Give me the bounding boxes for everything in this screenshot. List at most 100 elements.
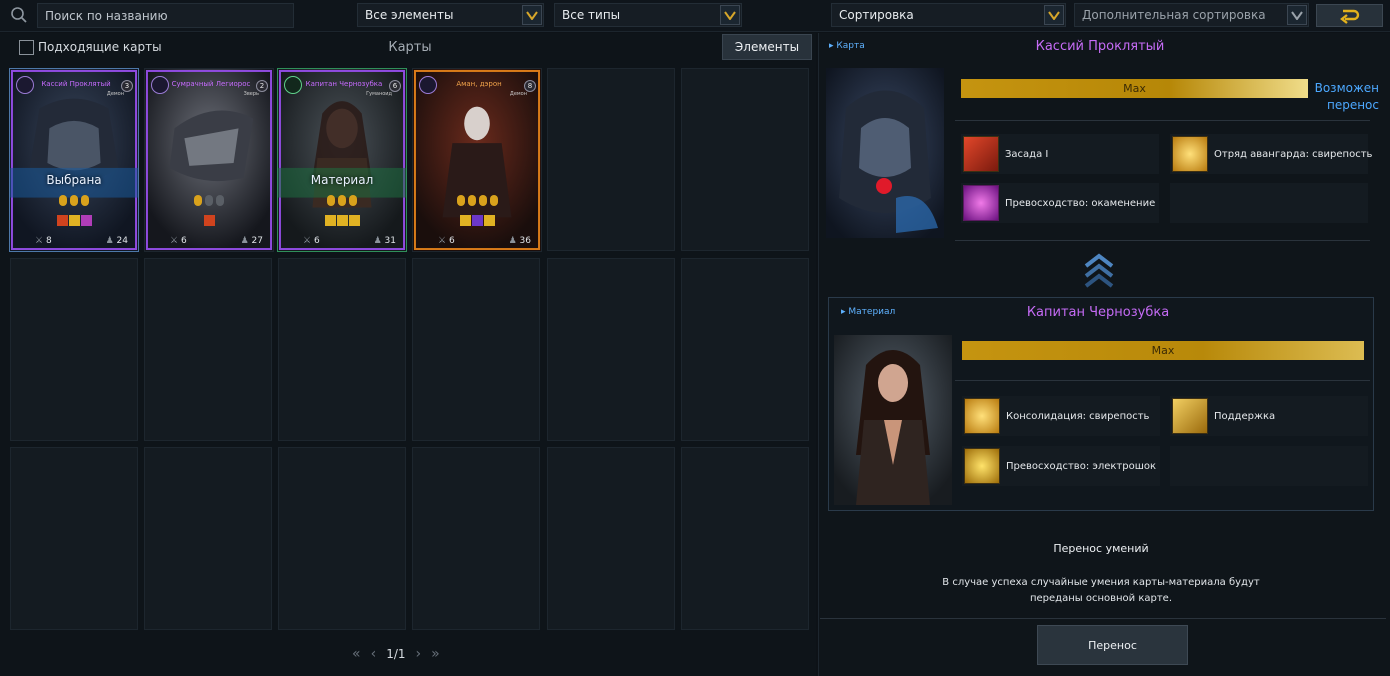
attack-value: 6 <box>313 236 320 246</box>
card-name: Капитан Чернозубка <box>305 80 383 88</box>
empty-card-slot <box>547 258 675 441</box>
return-arrow-icon <box>1339 9 1359 24</box>
pagination: « ‹ 1/1 › » <box>352 646 472 662</box>
prev-page-icon[interactable]: ‹ <box>371 646 377 662</box>
main-level-bar: Max <box>961 79 1308 98</box>
extra-sort-label: Дополнительная сортировка <box>1082 8 1266 22</box>
empty-card-slot <box>144 447 272 630</box>
extra-sort-dropdown[interactable]: Дополнительная сортировка <box>1074 3 1309 27</box>
info-title: Перенос умений <box>1053 542 1149 555</box>
sort-label: Сортировка <box>839 8 914 22</box>
empty-skill-slot <box>1170 183 1368 223</box>
empty-card-slot <box>547 447 675 630</box>
support-skill-icon <box>1172 398 1208 434</box>
card-tag-label: Карта <box>836 41 865 51</box>
empty-card-slot <box>681 68 809 251</box>
empty-card-slot <box>144 258 272 441</box>
card-type: Демон <box>106 91 124 97</box>
selected-badge: Выбрана <box>46 173 102 187</box>
sort-dropdown[interactable]: Сортировка <box>831 3 1066 27</box>
page-indicator: 1/1 <box>386 647 406 661</box>
hp-value: 27 <box>251 236 263 246</box>
last-page-icon[interactable]: » <box>431 646 440 662</box>
main-skill-2[interactable]: Отряд авангарда: свирепость <box>1170 134 1372 174</box>
transfer-possible-note: Возможен перенос <box>1314 81 1379 112</box>
card-stats: ⚔ 8 ♟ 24 <box>35 236 128 246</box>
empty-card-slot <box>10 447 138 630</box>
hp-stat: ♟ 31 <box>373 236 396 246</box>
card-cost: 6 <box>389 80 401 92</box>
skill-name: Превосходство: электрошок <box>1006 460 1157 472</box>
elements-button[interactable]: Элементы <box>722 34 812 60</box>
empty-card-slot <box>412 258 540 441</box>
divider <box>955 380 1370 381</box>
electroshock-skill-icon <box>964 448 1000 484</box>
material-level-label: Max <box>1151 344 1175 357</box>
card-kassiy[interactable]: Кассий Проклятый Демон 3 Выбрана ⚔ 8 ♟ 2… <box>9 68 139 252</box>
main-skill-3[interactable]: Превосходство: окаменение <box>961 183 1159 223</box>
card-skill-icons <box>145 215 273 226</box>
material-badge: Материал <box>310 173 374 187</box>
skill-name: Консолидация: свирепость <box>1006 410 1150 422</box>
divider <box>955 120 1370 121</box>
hp-stat: ♟ 27 <box>240 236 263 246</box>
divider <box>955 240 1370 241</box>
card-name: Аман, дэрон <box>456 80 502 88</box>
card-stats: ⚔ 6 ♟ 27 <box>170 236 263 246</box>
hp-value: 36 <box>519 236 531 246</box>
material-card-portrait <box>834 335 952 505</box>
card-aman[interactable]: Аман, дэрон Демон 8 ⚔ 6 ♟ 36 <box>412 68 542 252</box>
attack-stat: ⚔ 6 <box>170 236 187 246</box>
card-stats: ⚔ 6 ♟ 31 <box>303 236 396 246</box>
search-icon[interactable] <box>10 6 28 24</box>
skill-name: Отряд авангарда: свирепость <box>1214 148 1373 160</box>
hp-value: 24 <box>116 236 128 246</box>
filter-types-dropdown[interactable]: Все типы <box>554 3 742 27</box>
first-page-icon[interactable]: « <box>352 646 361 662</box>
card-skill-icons <box>10 215 138 226</box>
material-level-bar: Max <box>962 341 1364 360</box>
card-name: Кассий Проклятый <box>41 80 111 88</box>
transfer-button[interactable]: Перенос <box>1037 625 1188 665</box>
skill-name: Засада I <box>1005 148 1049 160</box>
attack-stat: ⚔ 6 <box>303 236 320 246</box>
card-chernozubka[interactable]: Капитан Чернозубка Гуманоид 6 Материал ⚔… <box>277 68 407 252</box>
search-input[interactable] <box>37 3 294 28</box>
material-card-name: Капитан Чернозубка <box>1026 305 1170 320</box>
material-tag: ▸ Материал <box>841 307 896 317</box>
hp-value: 31 <box>384 236 396 246</box>
hp-stat: ♟ 36 <box>508 236 531 246</box>
next-page-icon[interactable]: › <box>416 646 422 662</box>
card-cost: 3 <box>121 80 133 92</box>
awakening-gems <box>278 195 406 206</box>
card-type: Демон <box>509 91 527 97</box>
card-type: Гуманоид <box>366 91 392 97</box>
sort-direction-button[interactable] <box>1316 4 1383 27</box>
awakening-gems <box>145 195 273 206</box>
empty-card-slot <box>547 68 675 251</box>
awakening-gems <box>10 195 138 206</box>
card-cost: 2 <box>256 80 268 92</box>
filter-elements-dropdown[interactable]: Все элементы <box>357 3 544 27</box>
main-card-name: Кассий Проклятый <box>1035 39 1165 54</box>
divider <box>820 618 1386 619</box>
consolidation-skill-icon <box>964 398 1000 434</box>
material-tag-label: Материал <box>848 307 896 317</box>
chevron-down-icon <box>522 5 542 25</box>
vanguard-skill-icon <box>1172 136 1208 172</box>
card-legioros[interactable]: Сумрачный Легиорос Зверь 2 ⚔ 6 ♟ 27 <box>144 68 274 252</box>
attack-value: 6 <box>180 236 187 246</box>
material-skill-2[interactable]: Поддержка <box>1170 396 1368 436</box>
skill-name: Превосходство: окаменение <box>1005 197 1156 209</box>
matching-cards-checkbox[interactable] <box>19 40 34 55</box>
chevrons-up-icon <box>1084 253 1114 288</box>
matching-cards-label: Подходящие карты <box>38 40 162 54</box>
empty-card-slot <box>681 258 809 441</box>
card-skill-icons <box>278 215 406 226</box>
material-skill-3[interactable]: Превосходство: электрошок <box>962 446 1160 486</box>
filter-types-label: Все типы <box>562 8 621 22</box>
material-skill-1[interactable]: Консолидация: свирепость <box>962 396 1160 436</box>
chevron-down-icon <box>720 5 740 25</box>
chevron-down-icon <box>1044 5 1064 25</box>
main-skill-1[interactable]: Засада I <box>961 134 1159 174</box>
